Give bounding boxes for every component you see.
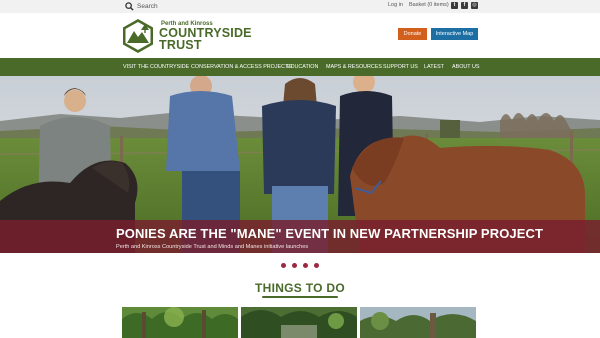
slider-dot-2[interactable]: [292, 263, 297, 268]
logo-hexagon-icon[interactable]: [121, 18, 155, 54]
nav-education[interactable]: EDUCATION: [287, 58, 318, 76]
instagram-icon[interactable]: ◎: [471, 2, 478, 9]
thing-card-2[interactable]: [241, 307, 357, 338]
logo-line-2: TRUST: [159, 38, 202, 52]
nav-about-us[interactable]: ABOUT US: [452, 58, 479, 76]
nav-maps-resources[interactable]: MAPS & RESOURCES: [326, 58, 382, 76]
hero-title[interactable]: PONIES ARE THE "MANE" EVENT IN NEW PARTN…: [116, 226, 543, 241]
nav-latest[interactable]: LATEST: [424, 58, 444, 76]
card-photo: [241, 307, 357, 338]
hero-slider[interactable]: PONIES ARE THE "MANE" EVENT IN NEW PARTN…: [0, 76, 600, 253]
heading-underline: [262, 296, 338, 298]
twitter-icon[interactable]: t: [451, 2, 458, 9]
utility-bar: Log in Basket (0 items) t f ◎: [0, 0, 600, 13]
card-photo: [360, 307, 476, 338]
thing-card-3[interactable]: [360, 307, 476, 338]
slider-dot-4[interactable]: [314, 263, 319, 268]
logo-title[interactable]: COUNTRYSIDE TRUST: [159, 27, 252, 52]
search-input[interactable]: [137, 1, 257, 12]
nav-support-us[interactable]: SUPPORT US: [383, 58, 418, 76]
basket-link[interactable]: Basket (0 items): [409, 2, 449, 8]
thing-card-1[interactable]: [122, 307, 238, 338]
donate-button[interactable]: Donate: [398, 28, 427, 40]
main-nav: VISIT THE COUNTRYSIDE CONSERVATION & ACC…: [0, 58, 600, 76]
things-to-do-heading: THINGS TO DO: [254, 281, 346, 295]
nav-conservation-access-projects[interactable]: CONSERVATION & ACCESS PROJECTS: [191, 58, 292, 76]
site-header: Perth and Kinross COUNTRYSIDE TRUST Dona…: [0, 13, 600, 58]
search-icon[interactable]: [125, 2, 134, 11]
nav-visit-the-countryside[interactable]: VISIT THE COUNTRYSIDE: [123, 58, 189, 76]
slider-dot-3[interactable]: [303, 263, 308, 268]
slider-dot-1[interactable]: [281, 263, 286, 268]
login-link[interactable]: Log in: [388, 2, 403, 8]
interactive-map-button[interactable]: Interactive Map: [431, 28, 478, 40]
card-photo: [122, 307, 238, 338]
hero-subtitle: Perth and Kinross Countryside Trust and …: [116, 244, 309, 250]
facebook-icon[interactable]: f: [461, 2, 468, 9]
